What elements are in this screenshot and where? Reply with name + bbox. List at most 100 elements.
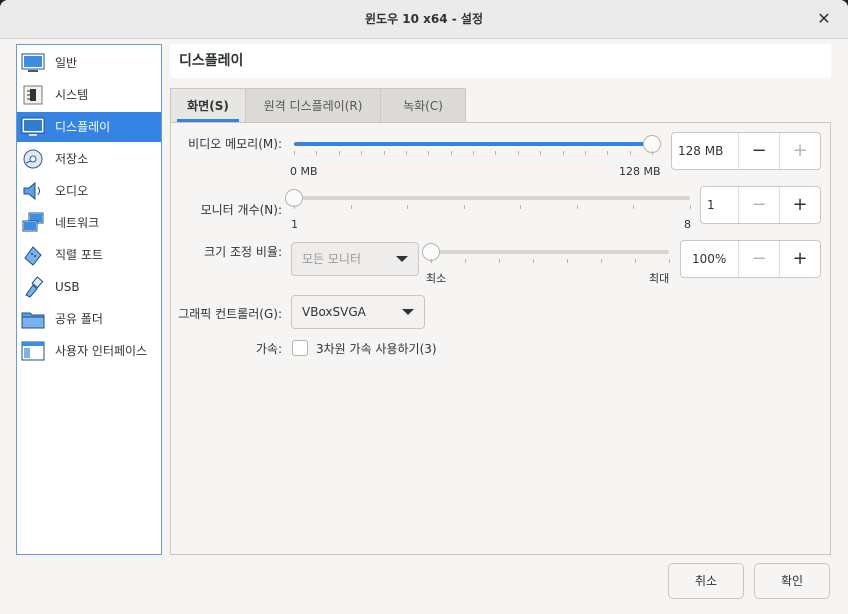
sidebar-item-network[interactable]: 네트워크 [17,208,161,238]
monitor-count-decrease-button[interactable]: − [738,187,779,223]
usb-icon [25,276,44,298]
slider-tick [607,151,609,155]
video-memory-slider-fill [294,142,652,146]
tab-screen[interactable]: 화면(S) [170,88,246,122]
settings-window: 윈도우 10 x64 - 설정 ✕ 일반 시스템 디스플레이 저장소 오디오 네… [0,0,848,614]
ok-button[interactable]: 확인 [754,563,830,599]
slider-tick [361,151,363,155]
slider-tick [567,259,568,263]
monitor-count-value[interactable]: 1 [707,187,715,223]
slider-tick [635,259,636,263]
video-memory-value[interactable]: 128 MB [678,133,723,169]
video-memory-label: 비디오 메모리(M): [188,137,282,151]
slider-tick [584,151,586,155]
scale-factor-monitor-value: 모든 모니터 [302,252,362,266]
slider-tick [533,259,534,263]
general-icon [21,53,45,72]
slider-tick [499,259,500,263]
sidebar-item-system[interactable]: 시스템 [17,80,161,110]
slider-tick [652,151,653,155]
display-icon [21,117,45,136]
tab-recording[interactable]: 녹화(C) [380,88,466,122]
tab-bar: 화면(S) 원격 디스플레이(R) 녹화(C) [170,88,466,122]
slider-tick [669,259,670,263]
graphics-controller-value: VBoxSVGA [302,305,366,319]
screen-panel: 비디오 메모리(M): 0 MB 128 MB 128 MB − + 모니터 개… [170,122,831,555]
scale-factor-value[interactable]: 100% [692,241,726,277]
slider-tick [465,259,466,263]
slider-tick [431,259,432,263]
scale-factor-monitor-select[interactable]: 모든 모니터 [291,242,419,276]
sidebar-item-storage[interactable]: 저장소 [17,144,161,174]
sidebar-item-general[interactable]: 일반 [17,48,161,78]
video-memory-increase-button[interactable]: + [779,133,820,169]
sidebar-item-serial-port[interactable]: 직렬 포트 [17,240,161,270]
scale-factor-increase-button[interactable]: + [779,241,820,277]
scale-factor-label: 크기 조정 비율: [204,245,282,259]
slider-tick [633,205,635,209]
scale-factor-slider-track[interactable] [431,250,669,254]
scale-factor-max-label: 최대 [649,272,670,285]
3d-acceleration-checkbox[interactable] [292,340,308,356]
monitor-count-label: 모니터 개수(N): [200,203,282,217]
slider-tick [294,205,295,209]
slider-tick [517,151,519,155]
close-icon: ✕ [817,9,831,28]
shared-folder-icon [21,312,45,329]
tab-remote-display[interactable]: 원격 디스플레이(R) [245,88,381,122]
sidebar-item-label: 사용자 인터페이스 [55,344,148,358]
slider-tick [316,151,318,155]
sidebar-item-label: 오디오 [55,184,89,198]
sidebar-item-label: USB [55,280,80,294]
slider-tick [576,205,578,209]
sidebar-item-display[interactable]: 디스플레이 [17,112,161,142]
network-icon [22,212,44,232]
window-title: 윈도우 10 x64 - 설정 [364,12,484,26]
sidebar-item-audio[interactable]: 오디오 [17,176,161,206]
slider-tick [463,205,465,209]
monitor-count-spinbox: 1 − + [700,186,821,224]
page-title: 디스플레이 [179,53,244,69]
acceleration-label: 가속: [255,342,282,356]
video-memory-max-label: 128 MB [619,165,661,178]
sidebar: 일반 시스템 디스플레이 저장소 오디오 네트워크 직렬 포트 USB 공유 폴… [16,44,162,555]
slider-tick [407,205,409,209]
system-icon [23,85,43,105]
sidebar-item-usb[interactable]: USB [17,272,161,302]
slider-tick [405,151,407,155]
slider-tick [520,205,522,209]
video-memory-slider-track[interactable] [294,142,652,146]
close-button[interactable]: ✕ [814,9,834,29]
graphics-controller-select[interactable]: VBoxSVGA [291,295,425,329]
audio-icon [23,181,40,201]
slider-tick [450,151,452,155]
page-header: 디스플레이 [170,44,831,78]
slider-tick [338,151,340,155]
scale-factor-spinbox: 100% − + [680,240,821,278]
slider-tick [428,151,430,155]
sidebar-item-label: 직렬 포트 [55,248,103,262]
cancel-button[interactable]: 취소 [668,563,744,599]
sidebar-item-user-interface[interactable]: 사용자 인터페이스 [17,336,161,366]
graphics-controller-label: 그래픽 컨트롤러(G): [178,307,282,321]
slider-tick [540,151,542,155]
title-bar: 윈도우 10 x64 - 설정 ✕ [0,0,848,39]
slider-tick [690,205,691,209]
monitor-count-slider-track[interactable] [294,196,690,200]
video-memory-decrease-button[interactable]: − [738,133,779,169]
slider-tick [294,151,295,155]
video-memory-min-label: 0 MB [290,165,318,178]
scale-factor-decrease-button[interactable]: − [738,241,779,277]
monitor-count-increase-button[interactable]: + [779,187,820,223]
user-interface-icon [21,341,45,361]
content-area: 디스플레이 화면(S) 원격 디스플레이(R) 녹화(C) 비디오 메모리(M)… [170,44,831,555]
monitor-count-max-label: 8 [684,218,691,231]
3d-acceleration-checkbox-label[interactable]: 3차원 가속 사용하기(3) [316,340,437,357]
sidebar-item-shared-folder[interactable]: 공유 폴더 [17,304,161,334]
storage-icon [23,149,43,169]
slider-tick [350,205,352,209]
scale-factor-min-label: 최소 [426,272,447,285]
monitor-count-min-label: 1 [291,218,298,231]
serial-port-icon [24,246,42,266]
slider-tick [383,151,385,155]
